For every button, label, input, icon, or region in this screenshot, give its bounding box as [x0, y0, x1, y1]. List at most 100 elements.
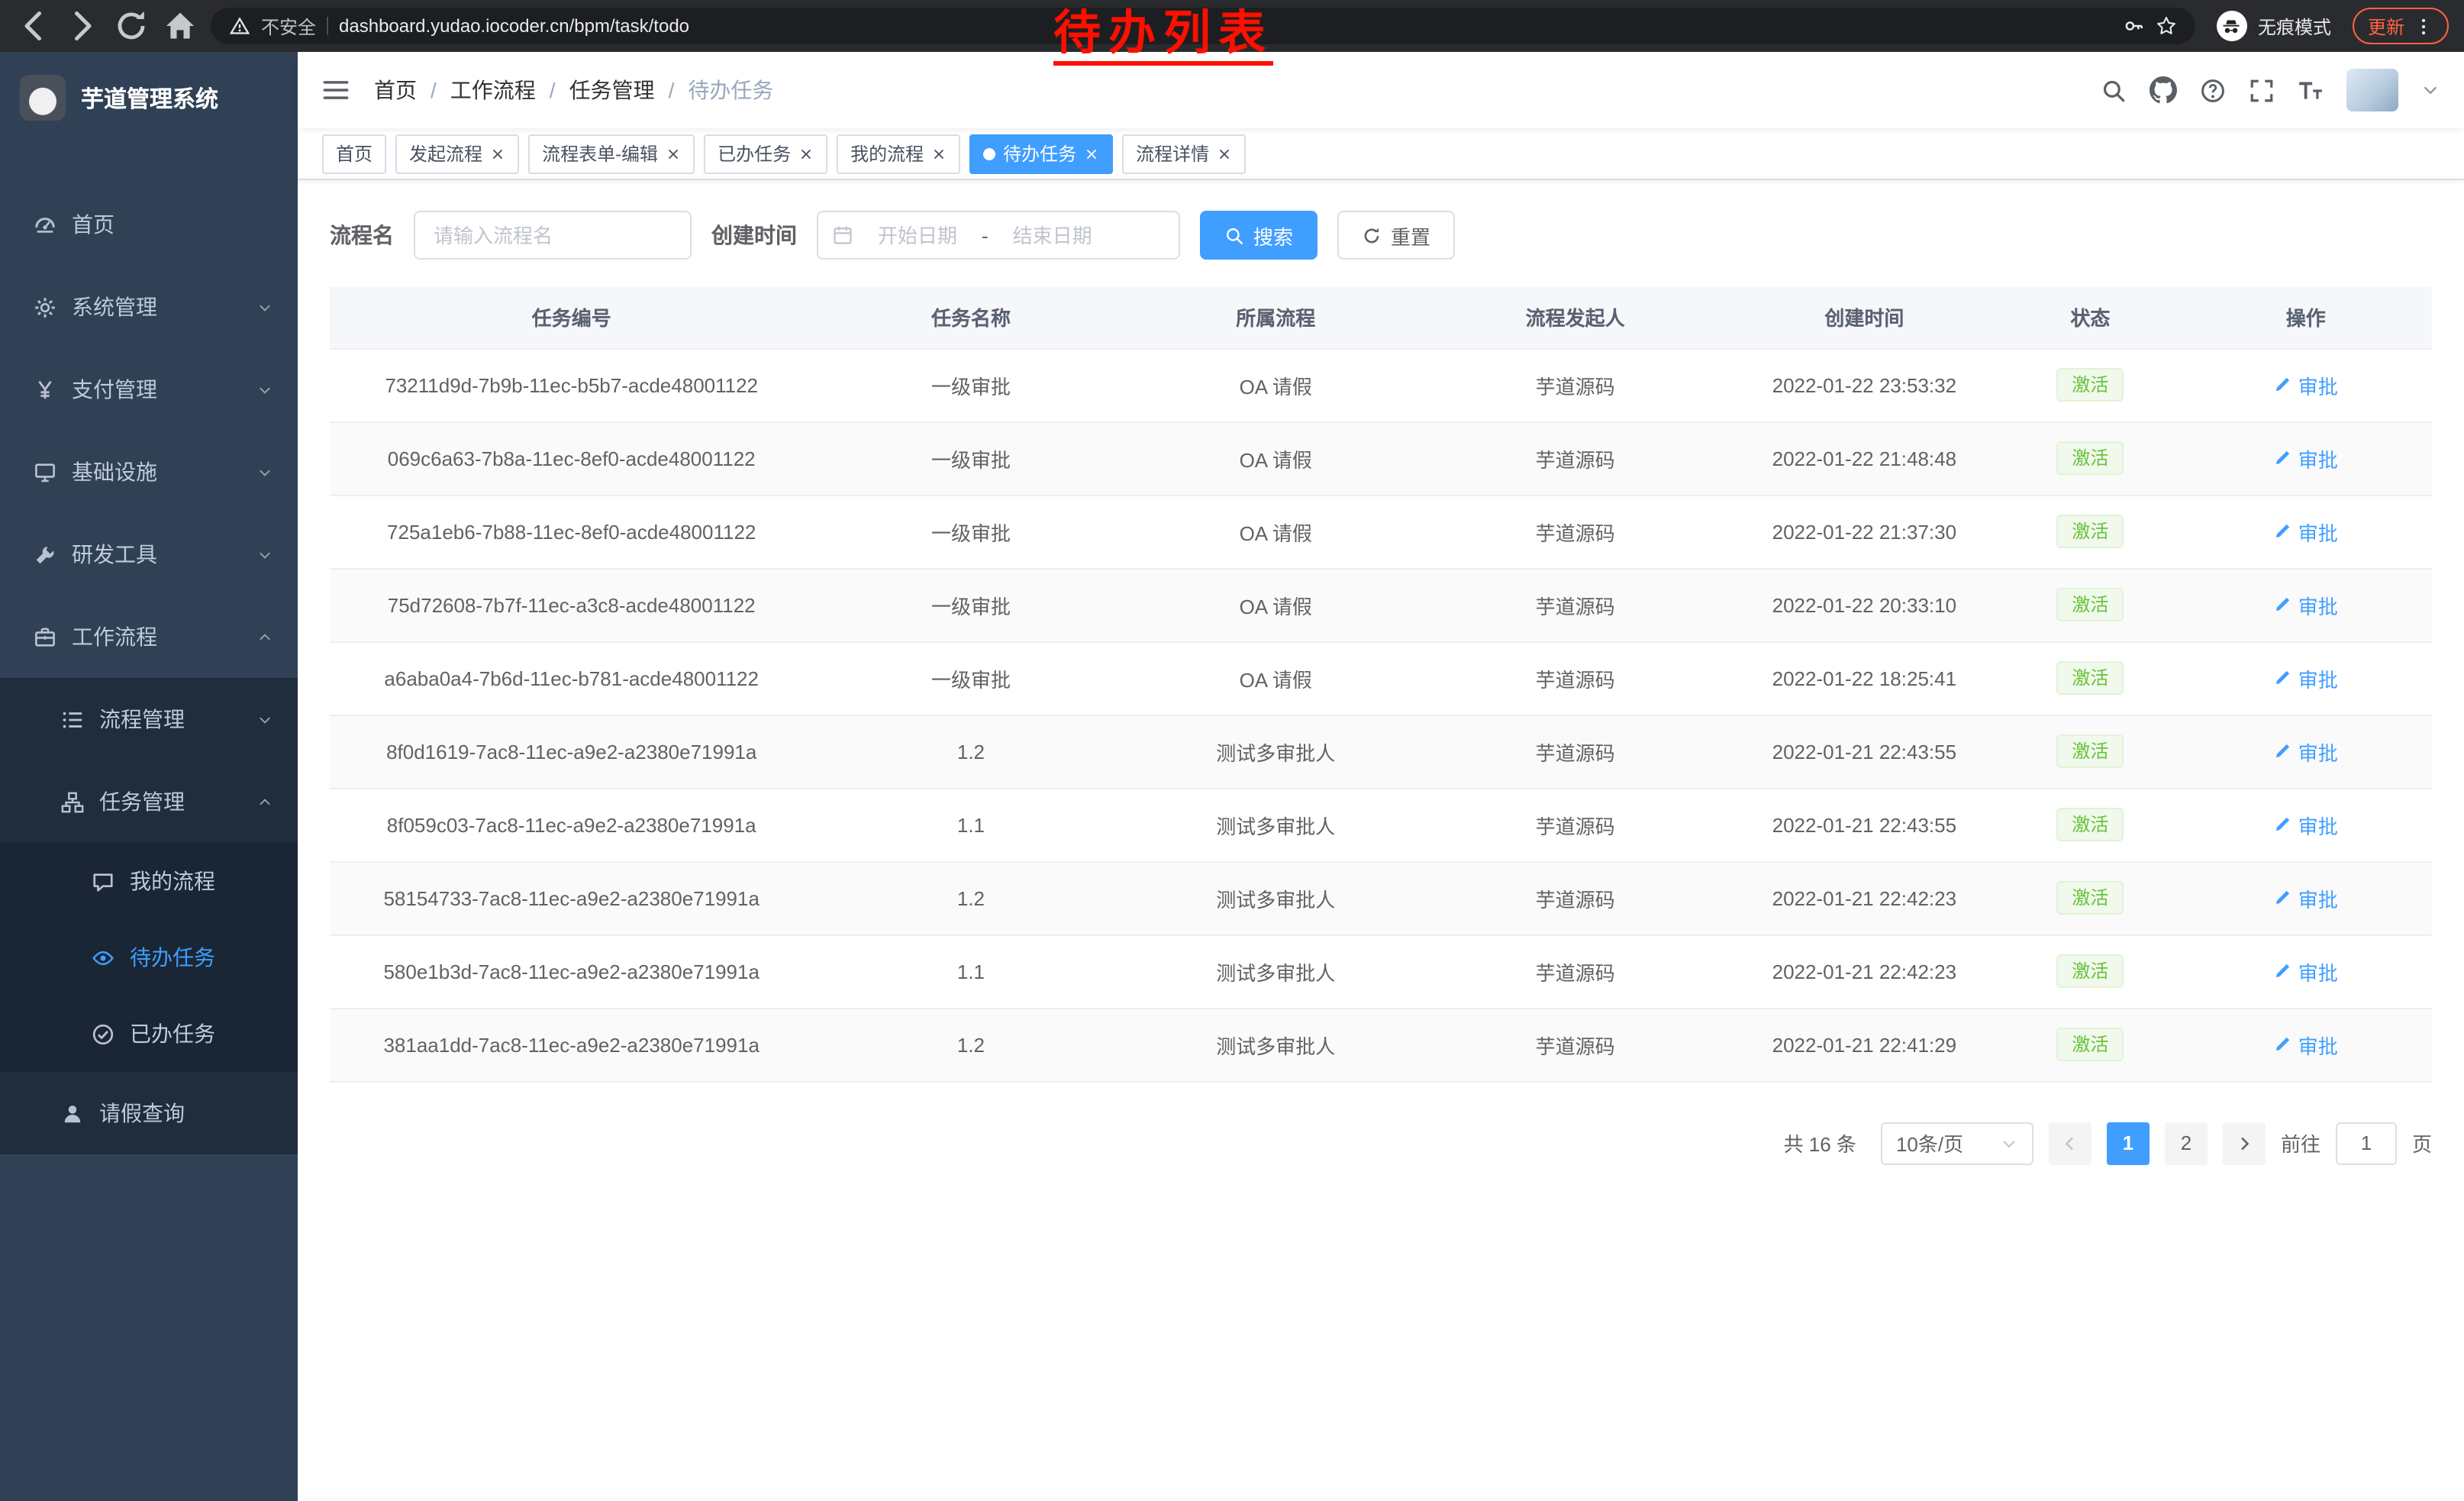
sidebar-item-workflow[interactable]: 工作流程: [0, 596, 298, 678]
incognito-label: 无痕模式: [2258, 13, 2331, 39]
sidebar-item-done-tasks[interactable]: 已办任务: [0, 996, 298, 1072]
page-button-2[interactable]: 2: [2165, 1122, 2208, 1164]
table-row: 8f059c03-7ac8-11ec-a9e2-a2380e71991a1.1测…: [330, 788, 2432, 861]
close-icon[interactable]: [798, 146, 814, 161]
breadcrumb-item[interactable]: 工作流程: [450, 75, 536, 105]
sidebar-item-infrastructure[interactable]: 基础设施: [0, 431, 298, 513]
sidebar-item-leave-query[interactable]: 请假查询: [0, 1072, 298, 1154]
filter-bar: 流程名 创建时间 - 搜索 重置: [330, 211, 2432, 260]
app-logo[interactable]: 芋道管理系统: [0, 52, 298, 144]
approve-link[interactable]: 审批: [2274, 663, 2338, 692]
breadcrumb-item[interactable]: 首页: [374, 75, 417, 105]
browser-home-icon[interactable]: [162, 8, 198, 44]
approve-link[interactable]: 审批: [2274, 883, 2338, 912]
fullscreen-icon[interactable]: [2249, 77, 2275, 103]
browser-forward-icon[interactable]: [64, 8, 101, 44]
browser-refresh-icon[interactable]: [113, 8, 150, 44]
sidebar-item-dev-tools[interactable]: 研发工具: [0, 513, 298, 596]
not-secure-warning-icon[interactable]: [229, 15, 250, 37]
approve-link[interactable]: 审批: [2274, 517, 2338, 546]
cell-create-time: 2022-01-21 22:41:29: [1727, 1008, 2001, 1081]
bookmark-star-icon[interactable]: [2156, 15, 2177, 37]
start-date-input[interactable]: [859, 224, 976, 247]
sidebar-item-payment-management[interactable]: 支付管理: [0, 348, 298, 431]
cell-status: 激活: [2001, 715, 2179, 788]
address-bar[interactable]: 不安全 dashboard.yudao.iocoder.cn/bpm/task/…: [211, 8, 2195, 44]
approve-label: 审批: [2298, 883, 2338, 912]
chevron-up-icon: [256, 628, 273, 645]
approve-label: 审批: [2298, 663, 2338, 692]
sidebar-item-label: 支付管理: [72, 374, 157, 405]
cell-action: 审批: [2179, 1008, 2432, 1081]
browser-update-button[interactable]: 更新: [2353, 8, 2449, 44]
approve-link[interactable]: 审批: [2274, 810, 2338, 839]
sidebar-item-task-management[interactable]: 任务管理: [0, 760, 298, 843]
page-button-1[interactable]: 1: [2107, 1122, 2150, 1164]
reset-button[interactable]: 重置: [1337, 211, 1455, 260]
cell-process: 测试多审批人: [1129, 788, 1424, 861]
sidebar-item-my-process[interactable]: 我的流程: [0, 843, 298, 919]
chevron-down-icon: [256, 711, 273, 728]
approve-link[interactable]: 审批: [2274, 370, 2338, 399]
approve-link[interactable]: 审批: [2274, 737, 2338, 766]
browser-menu-icon[interactable]: [2414, 16, 2433, 36]
close-icon[interactable]: [1217, 146, 1232, 161]
font-size-icon[interactable]: [2298, 77, 2324, 103]
sidebar-item-todo-tasks[interactable]: 待办任务: [0, 919, 298, 996]
sidebar-item-process-management[interactable]: 流程管理: [0, 678, 298, 760]
breadcrumb-item[interactable]: 任务管理: [569, 75, 655, 105]
user-avatar[interactable]: [2346, 69, 2398, 111]
tab-home[interactable]: 首页: [322, 134, 386, 173]
column-header: 操作: [2179, 287, 2432, 348]
key-icon[interactable]: [2124, 15, 2145, 37]
status-badge: 激活: [2056, 441, 2124, 475]
tree-icon: [61, 790, 84, 813]
check-circle-icon: [92, 1022, 114, 1045]
status-badge: 激活: [2056, 515, 2124, 548]
tab-todo-tasks[interactable]: 待办任务: [969, 134, 1113, 173]
cell-task-name: 一级审批: [813, 641, 1128, 715]
close-icon[interactable]: [666, 146, 681, 161]
approve-link[interactable]: 审批: [2274, 444, 2338, 473]
tab-form-edit[interactable]: 流程表单-编辑: [528, 134, 695, 173]
tab-start-process[interactable]: 发起流程: [395, 134, 519, 173]
date-range-picker[interactable]: -: [817, 211, 1180, 260]
cell-starter: 芋道源码: [1423, 641, 1727, 715]
approve-link[interactable]: 审批: [2274, 590, 2338, 619]
cell-process: 测试多审批人: [1129, 861, 1424, 934]
pen-icon: [2274, 376, 2292, 394]
cell-process: OA 请假: [1129, 421, 1424, 495]
close-icon[interactable]: [931, 146, 947, 161]
chat-icon: [92, 870, 114, 893]
search-icon[interactable]: [2101, 77, 2127, 103]
browser-back-icon[interactable]: [15, 8, 52, 44]
close-icon[interactable]: [490, 146, 505, 161]
search-icon: [1224, 225, 1244, 245]
goto-page-input[interactable]: [2336, 1122, 2397, 1164]
search-button[interactable]: 搜索: [1200, 211, 1317, 260]
close-icon[interactable]: [1084, 146, 1099, 161]
sidebar-item-system-management[interactable]: 系统管理: [0, 266, 298, 348]
end-date-input[interactable]: [995, 224, 1111, 247]
tab-process-detail[interactable]: 流程详情: [1122, 134, 1246, 173]
screen: 不安全 dashboard.yudao.iocoder.cn/bpm/task/…: [0, 0, 2464, 1501]
github-icon[interactable]: [2150, 76, 2177, 104]
approve-link[interactable]: 审批: [2274, 1030, 2338, 1059]
approve-link[interactable]: 审批: [2274, 957, 2338, 986]
page-size-select[interactable]: 10条/页: [1881, 1122, 2033, 1164]
tab-done-tasks[interactable]: 已办任务: [704, 134, 827, 173]
cell-starter: 芋道源码: [1423, 421, 1727, 495]
sidebar-item-home[interactable]: 首页: [0, 183, 298, 266]
date-range-separator: -: [982, 224, 989, 247]
cell-task-name: 一级审批: [813, 495, 1128, 568]
prev-page-button[interactable]: [2049, 1122, 2091, 1164]
user-icon: [61, 1102, 84, 1125]
goto-label: 前往: [2281, 1128, 2320, 1157]
tab-my-process[interactable]: 我的流程: [837, 134, 960, 173]
help-icon[interactable]: [2200, 77, 2226, 103]
next-page-button[interactable]: [2223, 1122, 2266, 1164]
hamburger-icon[interactable]: [322, 76, 350, 104]
reset-button-label: 重置: [1391, 221, 1430, 250]
avatar-caret-icon[interactable]: [2421, 81, 2440, 99]
process-name-input[interactable]: [414, 211, 692, 260]
